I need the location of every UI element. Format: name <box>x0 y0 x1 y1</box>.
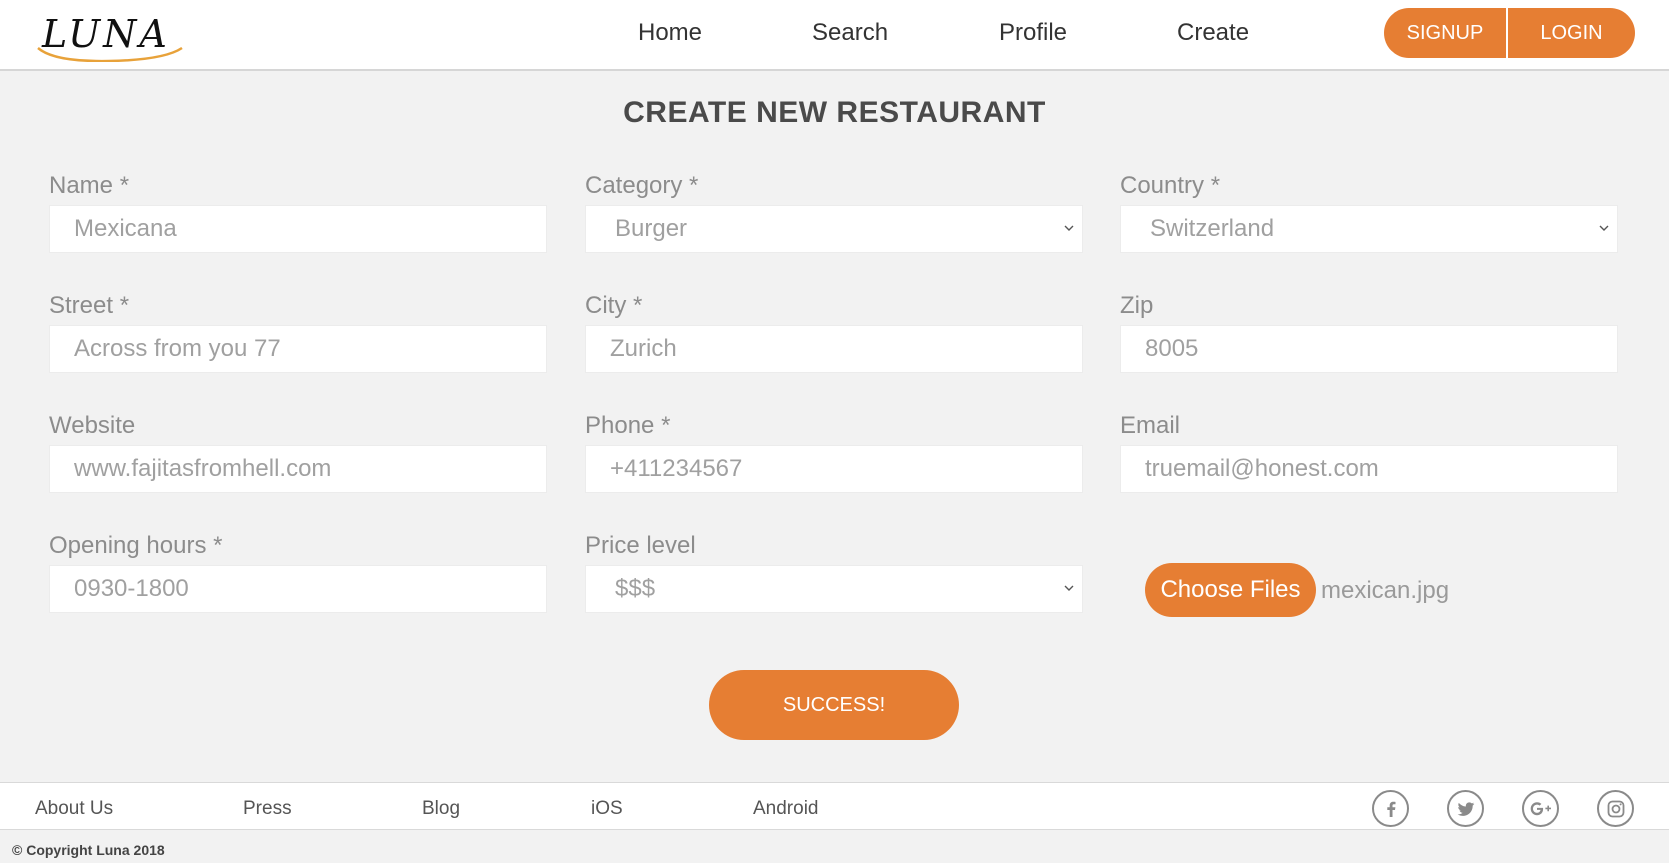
phone-input-value: +411234567 <box>610 455 743 482</box>
facebook-icon[interactable] <box>1372 790 1409 827</box>
copyright-text: © Copyright Luna 2018 <box>12 842 165 858</box>
city-input-value: Zurich <box>610 335 677 362</box>
zip-input-value: 8005 <box>1145 335 1199 362</box>
name-label: Name * <box>49 172 130 199</box>
street-input[interactable]: Across from you 77 <box>49 325 547 373</box>
nav-create[interactable]: Create <box>1177 19 1249 47</box>
logo-text: LUNA <box>42 12 170 56</box>
name-input[interactable]: Mexicana <box>49 205 547 253</box>
footer-bar: About Us Press Blog iOS Android <box>0 782 1669 830</box>
price-level-select-value: $$$ <box>615 575 656 602</box>
chevron-down-icon <box>1064 585 1074 591</box>
phone-input[interactable]: +411234567 <box>585 445 1083 493</box>
country-label: Country * <box>1120 172 1221 199</box>
google-plus-icon[interactable] <box>1522 790 1559 827</box>
website-input-value: www.fajitasfromhell.com <box>74 455 332 482</box>
email-input[interactable]: truemail@honest.com <box>1120 445 1618 493</box>
signup-button[interactable]: SIGNUP <box>1384 8 1508 58</box>
footer-link-about-us[interactable]: About Us <box>35 798 113 820</box>
zip-label: Zip <box>1120 292 1154 319</box>
luna-logo[interactable]: LUNA <box>34 8 184 62</box>
price-level-select[interactable]: $$$ <box>585 565 1083 613</box>
city-input[interactable]: Zurich <box>585 325 1083 373</box>
category-label: Category * <box>585 172 699 199</box>
email-input-value: truemail@honest.com <box>1145 455 1379 482</box>
submit-button[interactable]: SUCCESS! <box>709 670 959 740</box>
website-label: Website <box>49 412 136 439</box>
price-level-label: Price level <box>585 532 696 559</box>
instagram-icon[interactable] <box>1597 790 1634 827</box>
footer-link-android[interactable]: Android <box>753 798 819 820</box>
choose-files-button[interactable]: Choose Files <box>1145 563 1316 617</box>
nav-profile[interactable]: Profile <box>999 19 1067 47</box>
nav-home[interactable]: Home <box>638 19 702 47</box>
street-input-value: Across from you 77 <box>74 335 281 362</box>
page-title: CREATE NEW RESTAURANT <box>623 96 1046 129</box>
website-input[interactable]: www.fajitasfromhell.com <box>49 445 547 493</box>
footer-link-press[interactable]: Press <box>243 798 292 820</box>
street-label: Street * <box>49 292 130 319</box>
category-select-value: Burger <box>615 215 688 242</box>
twitter-icon[interactable] <box>1447 790 1484 827</box>
footer-link-blog[interactable]: Blog <box>422 798 460 820</box>
category-select[interactable]: Burger <box>585 205 1083 253</box>
chevron-down-icon <box>1599 225 1609 231</box>
phone-label: Phone * <box>585 412 671 439</box>
country-select-value: Switzerland <box>1150 215 1275 242</box>
name-input-value: Mexicana <box>74 215 177 242</box>
selected-file-name: mexican.jpg <box>1321 577 1450 604</box>
zip-input[interactable]: 8005 <box>1120 325 1618 373</box>
footer-link-ios[interactable]: iOS <box>591 798 623 820</box>
email-label: Email <box>1120 412 1181 439</box>
country-select[interactable]: Switzerland <box>1120 205 1618 253</box>
opening-hours-label: Opening hours * <box>49 532 223 559</box>
opening-hours-input[interactable]: 0930-1800 <box>49 565 547 613</box>
login-button[interactable]: LOGIN <box>1508 8 1635 58</box>
opening-hours-input-value: 0930-1800 <box>74 575 189 602</box>
top-navbar: LUNA Home Search Profile Create SIGNUP L… <box>0 0 1669 71</box>
city-label: City * <box>585 292 643 319</box>
chevron-down-icon <box>1064 225 1074 231</box>
auth-button-group: SIGNUP LOGIN <box>1384 8 1635 58</box>
nav-search[interactable]: Search <box>812 19 888 47</box>
